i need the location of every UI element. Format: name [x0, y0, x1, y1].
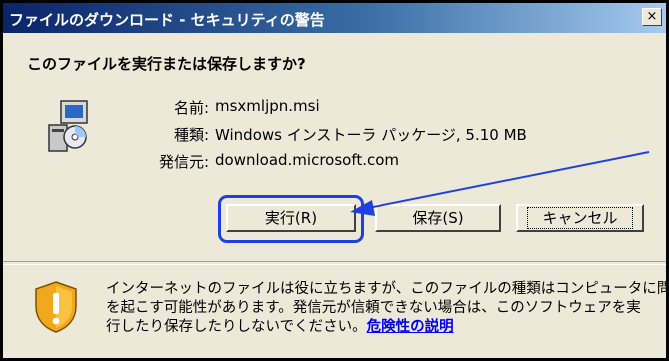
divider: [3, 261, 666, 265]
cancel-button-label: キャンセル: [527, 207, 633, 229]
publisher-value: download.microsoft.com: [215, 151, 400, 169]
save-button[interactable]: 保存(S): [375, 204, 501, 232]
warning-line-3: 行したり保存したりしないでください。危険性の説明: [106, 318, 654, 337]
dialog-question: このファイルを実行または保存しますか?: [27, 55, 306, 73]
warning-line-3-text: 行したり保存したりしないでください。: [106, 319, 367, 335]
run-button[interactable]: 実行(R): [226, 204, 356, 232]
name-label: 名前:: [173, 99, 209, 117]
close-button[interactable]: ×: [642, 8, 662, 26]
download-dialog: ファイルのダウンロード - セキュリティの警告 × このファイルを実行または保存…: [0, 0, 669, 361]
warning-line-2: を起こす可能性があります。発信元が信頼できない場合は、このソフトウェアを実: [106, 300, 641, 316]
installer-package-icon: [48, 100, 88, 152]
security-warning: インターネットのファイルは役に立ちますが、このファイルの種類はコンピュータに問題…: [106, 280, 669, 337]
type-label: 種類:: [173, 126, 209, 144]
title-bar[interactable]: ファイルのダウンロード - セキュリティの警告 ×: [3, 3, 666, 33]
publisher-label: 発信元:: [158, 153, 209, 171]
type-value: Windows インストーラ パッケージ, 5.10 MB: [215, 126, 527, 144]
cancel-button[interactable]: キャンセル: [516, 204, 644, 232]
name-value: msxmljpn.msi: [215, 97, 320, 115]
window-title: ファイルのダウンロード - セキュリティの警告: [9, 11, 325, 29]
security-shield-icon: [35, 281, 77, 333]
risk-explanation-link[interactable]: 危険性の説明: [367, 319, 454, 335]
warning-line-1: インターネットのファイルは役に立ちますが、このファイルの種類はコンピュータに問題: [106, 281, 669, 297]
